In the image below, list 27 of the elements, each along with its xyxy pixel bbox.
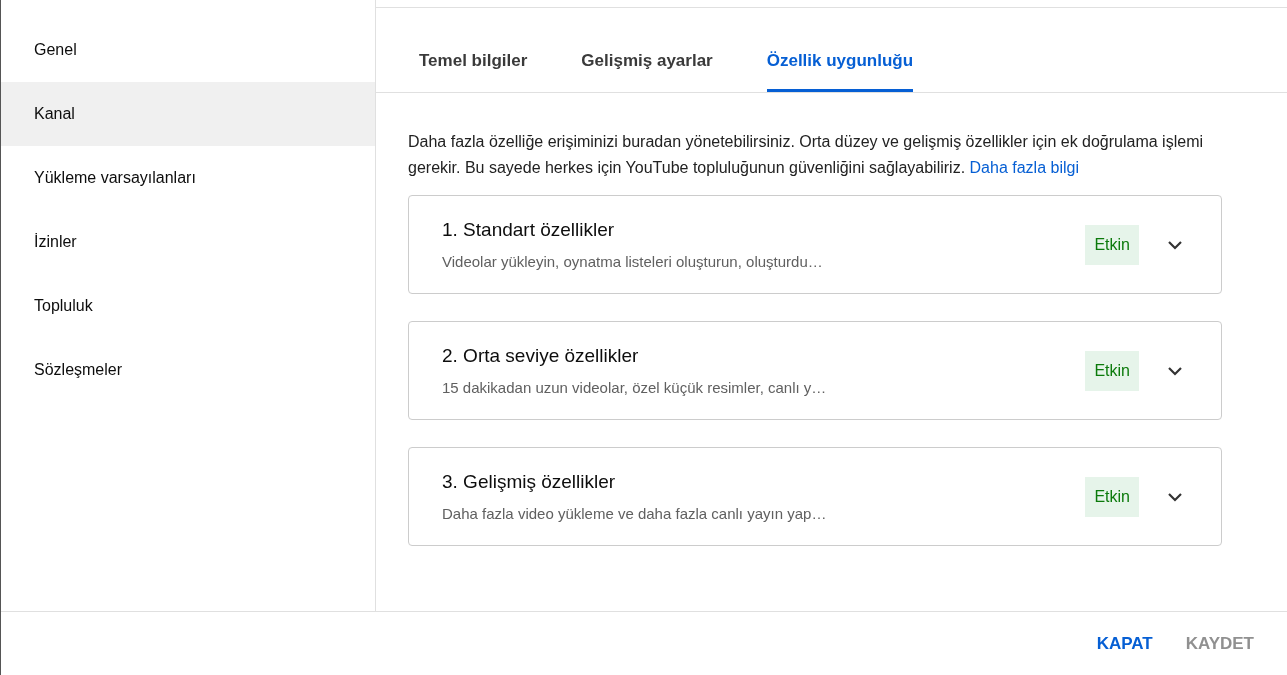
feature-description: 15 dakikadan uzun videolar, özel küçük resimler, canlı y… (442, 377, 828, 398)
sidebar-item[interactable]: Topluluk (1, 274, 375, 338)
status-badge: Etkin (1085, 224, 1139, 265)
feature-title: 2. Orta seviye özellikler (442, 344, 640, 368)
status-badge: Etkin (1085, 476, 1139, 517)
feature-card[interactable]: 2. Orta seviye özellikler 15 dakikadan uzun videolar, özel küçük resimler, canlı y… Etkin (408, 321, 1222, 420)
chevron-down-icon[interactable] (1167, 365, 1183, 376)
dialog-button[interactable]: KAPAT (1096, 630, 1153, 657)
sidebar-item[interactable]: Yükleme varsayılanları (1, 146, 375, 210)
feature-description: Daha fazla video yükleme ve daha fazla canlı yayın yap… (442, 503, 828, 524)
tab[interactable]: Özellik uygunluğu (766, 32, 914, 92)
status-badge: Etkin (1085, 350, 1139, 391)
feature-card[interactable]: 1. Standart özellikler Videolar yükleyin, oynatma listeleri oluşturun, oluşturdu… Etkin (408, 195, 1222, 294)
feature-description: Videolar yükleyin, oynatma listeleri oluşturun, oluşturdu… (442, 251, 824, 272)
feature-title: 3. Gelişmiş özellikler (442, 470, 617, 494)
feature-title: 1. Standart özellikler (442, 218, 616, 242)
chevron-down-icon[interactable] (1167, 491, 1183, 502)
feature-card[interactable]: 3. Gelişmiş özellikler Daha fazla video yükleme ve daha fazla canlı yayın yap… Etkin (408, 447, 1222, 546)
tab[interactable]: Gelişmiş ayarlar (581, 32, 713, 92)
sidebar-item[interactable]: İzinler (1, 210, 375, 274)
chevron-down-icon[interactable] (1167, 239, 1183, 250)
learn-more-link[interactable]: Daha fazla bilgi (969, 159, 1079, 176)
description-text: Daha fazla özelliğe erişiminizi buradan yönetebilirsiniz. Orta düzey ve gelişmiş özellikler için ek doğrulama işlemi gerekir. Bu sayede herkes için YouTube topluluğunun güvenliğini sağlayabiliriz. Daha fazla bilgi (408, 132, 1204, 178)
tab[interactable]: Temel bilgiler (419, 32, 528, 92)
sidebar-item[interactable]: Kanal (1, 82, 375, 146)
sidebar-item[interactable]: Sözleşmeler (1, 338, 375, 402)
sidebar-item[interactable]: Genel (1, 18, 375, 82)
